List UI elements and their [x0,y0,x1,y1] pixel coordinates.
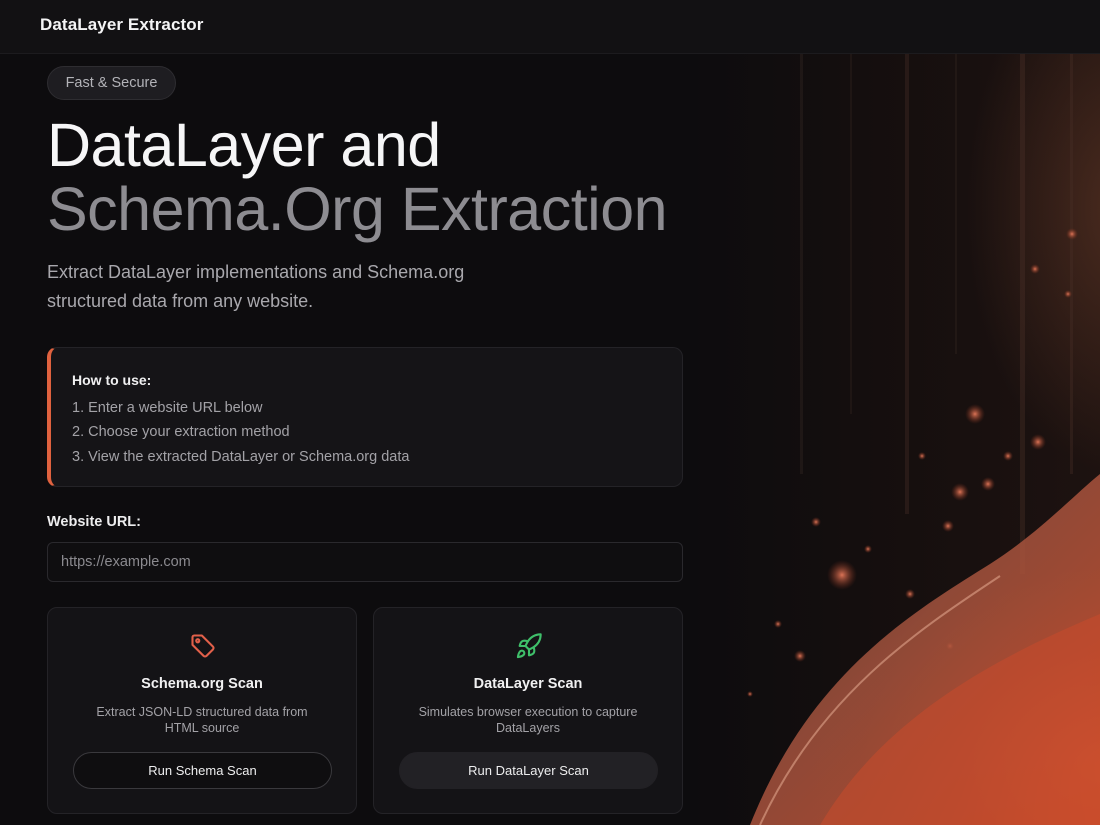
how-to-step-2: 2. Choose your extraction method [72,424,290,440]
hero-subtitle-line2: structured data from any website. [47,291,314,311]
datalayer-scan-title: DataLayer Scan [473,676,583,692]
how-to-step-3: 3. View the extracted DataLayer or Schem… [72,449,410,465]
url-input[interactable] [47,542,683,582]
hero-subtitle-line1: Extract DataLayer implementations and Sc… [47,262,465,282]
hero-title: DataLayer and Schema.Org Extraction [47,111,668,243]
run-datalayer-scan-button[interactable]: Run DataLayer Scan [399,752,658,789]
datalayer-scan-desc-line2: DataLayers [496,721,560,735]
how-to-step-1: 1. Enter a website URL below [72,400,263,416]
hero-background-art [690,54,1100,825]
top-bar: DataLayer Extractor [0,0,1100,54]
schema-scan-card: Schema.org Scan Extract JSON-LD structur… [47,607,357,814]
schema-scan-desc-line1: Extract JSON-LD structured data from [96,705,308,719]
run-schema-scan-button[interactable]: Run Schema Scan [73,752,332,789]
hero-title-line2: Schema.Org Extraction [47,175,668,243]
hero-title-line1: DataLayer and [47,111,441,179]
tag-icon [189,632,217,660]
hero-subtitle: Extract DataLayer implementations and Sc… [47,258,567,316]
app-title[interactable]: DataLayer Extractor [40,15,203,35]
hero-badge: Fast & Secure [47,66,176,100]
url-label: Website URL: [47,514,141,530]
rocket-icon [515,632,543,660]
how-to-title: How to use: [72,372,152,388]
datalayer-scan-description: Simulates browser execution to capture D… [404,704,652,736]
schema-scan-title: Schema.org Scan [141,676,263,692]
datalayer-scan-card: DataLayer Scan Simulates browser executi… [373,607,683,814]
datalayer-scan-desc-line1: Simulates browser execution to capture [418,705,638,719]
schema-scan-description: Extract JSON-LD structured data from HTM… [78,704,326,736]
how-to-panel: How to use: 1. Enter a website URL below… [47,347,683,487]
schema-scan-desc-line2: HTML source [164,721,240,735]
